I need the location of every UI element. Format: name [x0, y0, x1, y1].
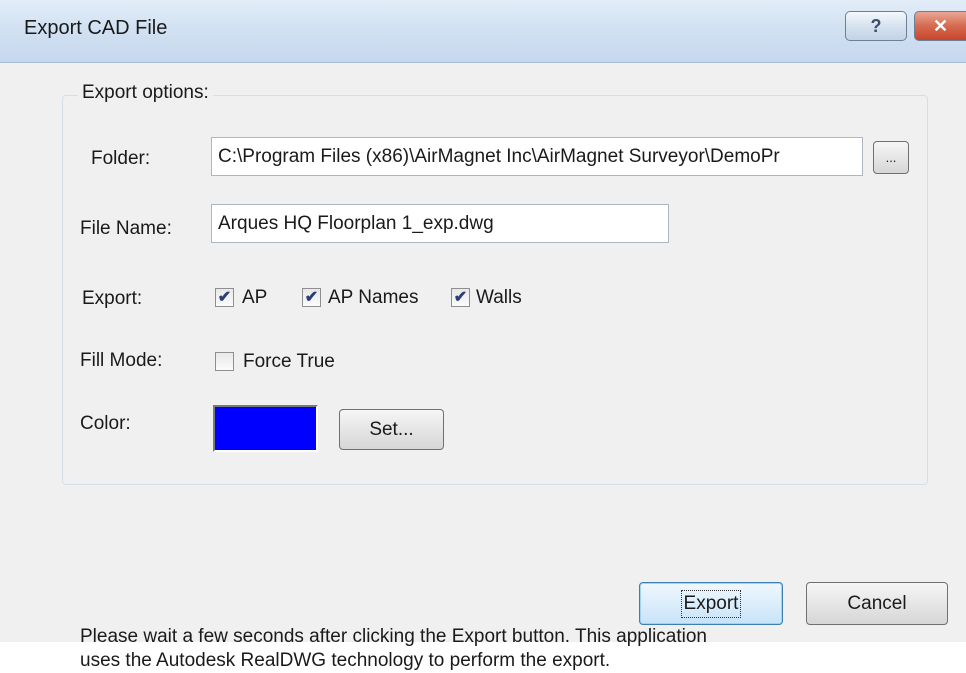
cancel-button-label: Cancel — [847, 592, 907, 614]
checkmark-icon: ✔ — [217, 289, 232, 306]
browse-label: ... — [885, 150, 897, 165]
browse-folder-button[interactable]: ... — [873, 141, 909, 174]
file-name-label: File Name: — [80, 218, 172, 239]
force-true-checkbox[interactable] — [215, 352, 234, 371]
window-title: Export CAD File — [24, 17, 168, 39]
export-options-legend: Export options: — [78, 82, 213, 104]
note-line-1: Please wait a few seconds after clicking… — [80, 626, 707, 647]
checkmark-icon: ✔ — [453, 289, 468, 306]
checkmark-icon: ✔ — [304, 289, 319, 306]
set-color-button[interactable]: Set... — [339, 409, 444, 450]
ap-checkbox-label[interactable]: AP — [242, 287, 267, 309]
title-bar[interactable]: Export CAD File ? ✕ — [0, 0, 966, 63]
folder-label: Folder: — [91, 148, 151, 169]
file-name-field[interactable]: Arques HQ Floorplan 1_exp.dwg — [211, 204, 669, 243]
force-true-label[interactable]: Force True — [243, 351, 335, 373]
ap-checkbox[interactable]: ✔ — [215, 288, 234, 307]
export-button-label: Export — [680, 589, 742, 618]
export-label: Export: — [82, 288, 143, 309]
export-cad-dialog: Export CAD File ? ✕ Export options: Fold… — [0, 0, 966, 671]
note-line-2: uses the Autodesk RealDWG technology to … — [80, 650, 611, 671]
walls-checkbox-label[interactable]: Walls — [476, 287, 522, 309]
color-label: Color: — [80, 413, 131, 434]
close-button[interactable]: ✕ — [914, 11, 966, 41]
help-icon: ? — [870, 15, 882, 36]
export-note: Please wait a few seconds after clicking… — [80, 625, 840, 673]
walls-checkbox[interactable]: ✔ — [451, 288, 470, 307]
cancel-button[interactable]: Cancel — [806, 582, 948, 625]
set-color-label: Set... — [369, 418, 414, 440]
dialog-body: Export options: Folder: C:\Program Files… — [0, 63, 966, 671]
close-icon: ✕ — [932, 15, 949, 36]
export-button[interactable]: Export — [639, 582, 783, 625]
ap-names-checkbox[interactable]: ✔ — [302, 288, 321, 307]
folder-field[interactable]: C:\Program Files (x86)\AirMagnet Inc\Air… — [211, 137, 863, 176]
color-swatch — [213, 405, 318, 452]
fill-mode-label: Fill Mode: — [80, 350, 163, 371]
ap-names-checkbox-label[interactable]: AP Names — [328, 287, 418, 309]
help-button[interactable]: ? — [845, 11, 907, 41]
